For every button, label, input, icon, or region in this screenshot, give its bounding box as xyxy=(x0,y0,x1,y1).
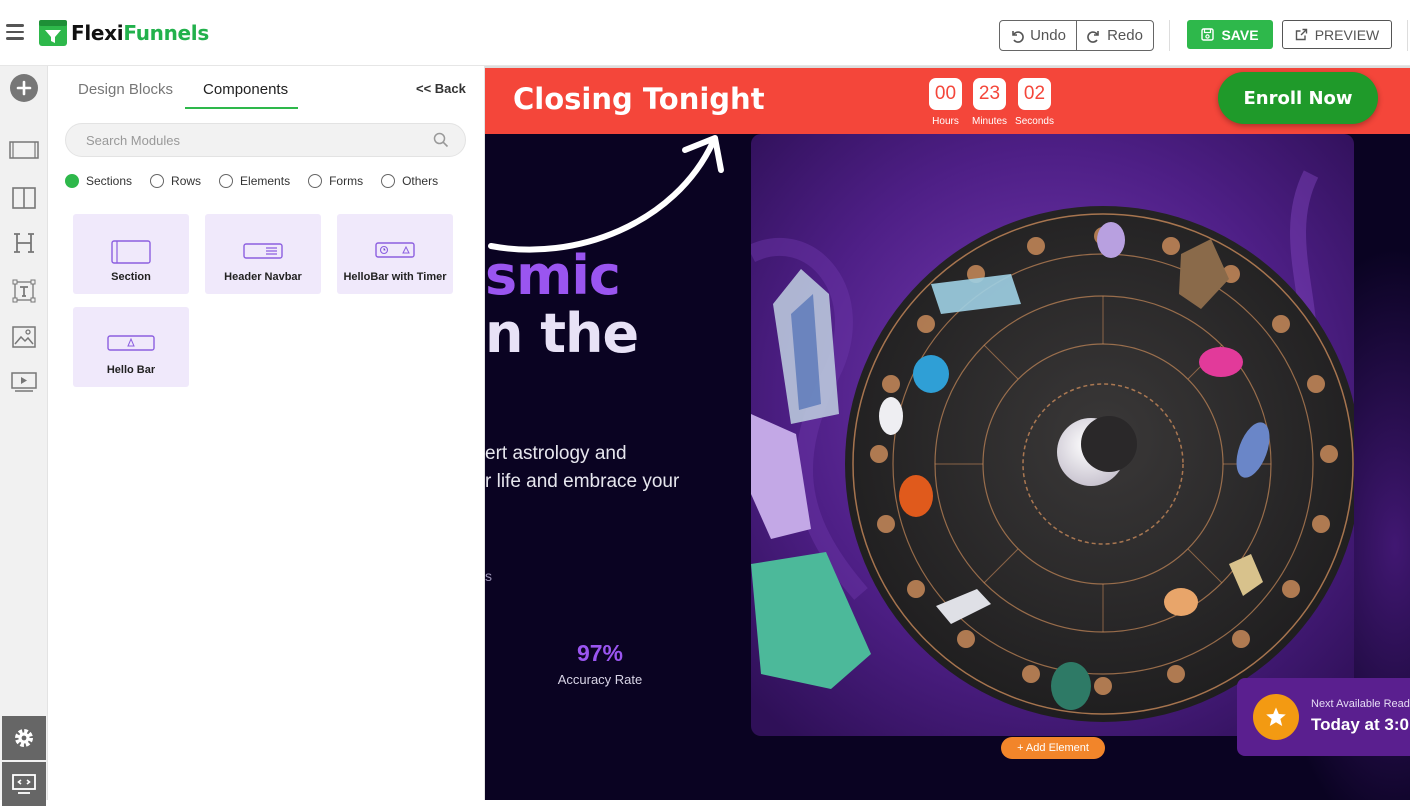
filter-elements[interactable]: Elements xyxy=(219,174,290,188)
hamburger-menu-icon[interactable] xyxy=(6,24,24,40)
preview-button[interactable]: PREVIEW xyxy=(1282,20,1392,49)
undo-icon xyxy=(1012,30,1024,43)
card-label: Hello Bar xyxy=(106,364,156,376)
filter-sections[interactable]: Sections xyxy=(65,174,132,188)
flexifunnels-logo: FlexiFunnels xyxy=(38,18,209,48)
toolbar-divider-right xyxy=(1407,20,1408,51)
hellobar-timer-icon xyxy=(375,242,415,258)
redo-icon xyxy=(1087,30,1099,43)
radio-checked-icon xyxy=(65,174,79,188)
image-icon[interactable] xyxy=(0,320,48,354)
undo-redo-group: Undo Redo xyxy=(999,20,1154,51)
filter-label: Rows xyxy=(171,174,202,188)
card-label: Header Navbar xyxy=(224,271,302,283)
radio-unchecked-icon xyxy=(219,174,234,188)
radio-unchecked-icon xyxy=(308,174,323,188)
reader-availability-time: Today at 3:0 xyxy=(1311,715,1409,734)
hellobar-title: Closing Tonight xyxy=(513,82,765,116)
card-label: Section xyxy=(111,271,151,283)
logo-text-dark: Flexi xyxy=(71,21,124,45)
card-label: HelloBar with Timer xyxy=(343,271,447,283)
section-icon[interactable] xyxy=(0,133,48,167)
next-reader-card: Next Available Read Today at 3:0 xyxy=(1237,678,1410,756)
top-bar: FlexiFunnels Undo Redo SAVE PREVIEW xyxy=(0,0,1410,66)
preview-label: PREVIEW xyxy=(1314,26,1380,43)
timer-value: 02 xyxy=(1018,78,1051,110)
timer-value: 00 xyxy=(929,78,962,110)
navbar-block-icon xyxy=(243,243,283,259)
floppy-disk-icon xyxy=(1201,28,1215,41)
text-icon[interactable] xyxy=(0,274,48,308)
heading-icon[interactable] xyxy=(0,226,48,260)
back-link[interactable]: << Back xyxy=(416,81,466,96)
filter-label: Elements xyxy=(240,174,291,188)
filter-label: Others xyxy=(402,174,439,188)
video-icon[interactable] xyxy=(0,365,48,399)
filter-label: Sections xyxy=(86,174,133,188)
settings-icon[interactable] xyxy=(2,716,46,760)
redo-label: Redo xyxy=(1107,27,1143,44)
active-tab-underline xyxy=(185,107,298,109)
undo-label: Undo xyxy=(1030,27,1066,44)
radio-unchecked-icon xyxy=(381,174,396,188)
filter-forms[interactable]: Forms xyxy=(308,174,363,188)
funnel-logo-icon xyxy=(38,19,68,47)
columns-icon[interactable] xyxy=(0,181,48,215)
components-panel: Design Blocks Components << Back Section… xyxy=(48,66,485,800)
logo-text-green: Funnels xyxy=(123,21,209,45)
timer-seconds: 02 Seconds xyxy=(1015,78,1054,127)
add-element-button[interactable]: + Add Element xyxy=(1001,737,1105,759)
hero-headline-line1: smic xyxy=(485,244,621,307)
search-modules-input[interactable] xyxy=(86,124,416,156)
tab-components[interactable]: Components xyxy=(203,81,288,108)
timer-hours: 00 Hours xyxy=(929,78,962,127)
component-card-hello-bar[interactable]: Hello Bar xyxy=(73,307,189,387)
hero-headline-line2: n the xyxy=(485,302,639,365)
hero-subtext-line1: ert astrology and xyxy=(485,443,627,464)
filter-rows[interactable]: Rows xyxy=(150,174,201,188)
stat-label: Accuracy Rate xyxy=(557,672,643,687)
hero-text-fragment: s xyxy=(485,568,492,584)
hero-subtext-line2: r life and embrace your xyxy=(485,471,680,492)
save-button[interactable]: SAVE xyxy=(1187,20,1273,49)
hellobar-section[interactable]: Closing Tonight 00 Hours 23 Minutes 02 S… xyxy=(485,68,1410,134)
component-card-section[interactable]: Section xyxy=(73,214,189,294)
page-canvas: Closing Tonight 00 Hours 23 Minutes 02 S… xyxy=(485,66,1410,800)
timer-minutes: 23 Minutes xyxy=(972,78,1007,127)
enroll-now-button[interactable]: Enroll Now xyxy=(1218,72,1378,124)
filter-others[interactable]: Others xyxy=(381,174,438,188)
search-icon[interactable] xyxy=(433,132,449,148)
hello-bar-icon xyxy=(107,335,155,351)
astrology-board-image[interactable] xyxy=(751,134,1354,736)
filter-label: Forms xyxy=(329,174,364,188)
code-screen-icon[interactable] xyxy=(2,762,46,806)
search-modules-field xyxy=(65,123,466,157)
left-tool-rail xyxy=(0,66,48,806)
toolbar-divider xyxy=(1169,20,1170,51)
redo-button[interactable]: Redo xyxy=(1076,21,1153,50)
radio-unchecked-icon xyxy=(150,174,165,188)
component-card-hellobar-timer[interactable]: HelloBar with Timer xyxy=(337,214,453,294)
component-card-header-navbar[interactable]: Header Navbar xyxy=(205,214,321,294)
timer-label: Seconds xyxy=(1015,116,1054,127)
panel-tabs: Design Blocks Components xyxy=(78,81,288,108)
undo-button[interactable]: Undo xyxy=(1000,21,1076,50)
reader-availability-label: Next Available Read xyxy=(1311,698,1410,710)
tab-design-blocks[interactable]: Design Blocks xyxy=(78,81,173,108)
stat-value: 97% xyxy=(576,640,624,666)
external-link-icon xyxy=(1295,28,1307,41)
star-icon xyxy=(1253,694,1299,740)
add-icon[interactable] xyxy=(10,74,38,102)
timer-value: 23 xyxy=(973,78,1006,110)
module-filter-radios: Sections Rows Elements Forms Others xyxy=(65,174,456,188)
section-block-icon xyxy=(111,240,151,264)
save-label: SAVE xyxy=(1221,26,1259,43)
